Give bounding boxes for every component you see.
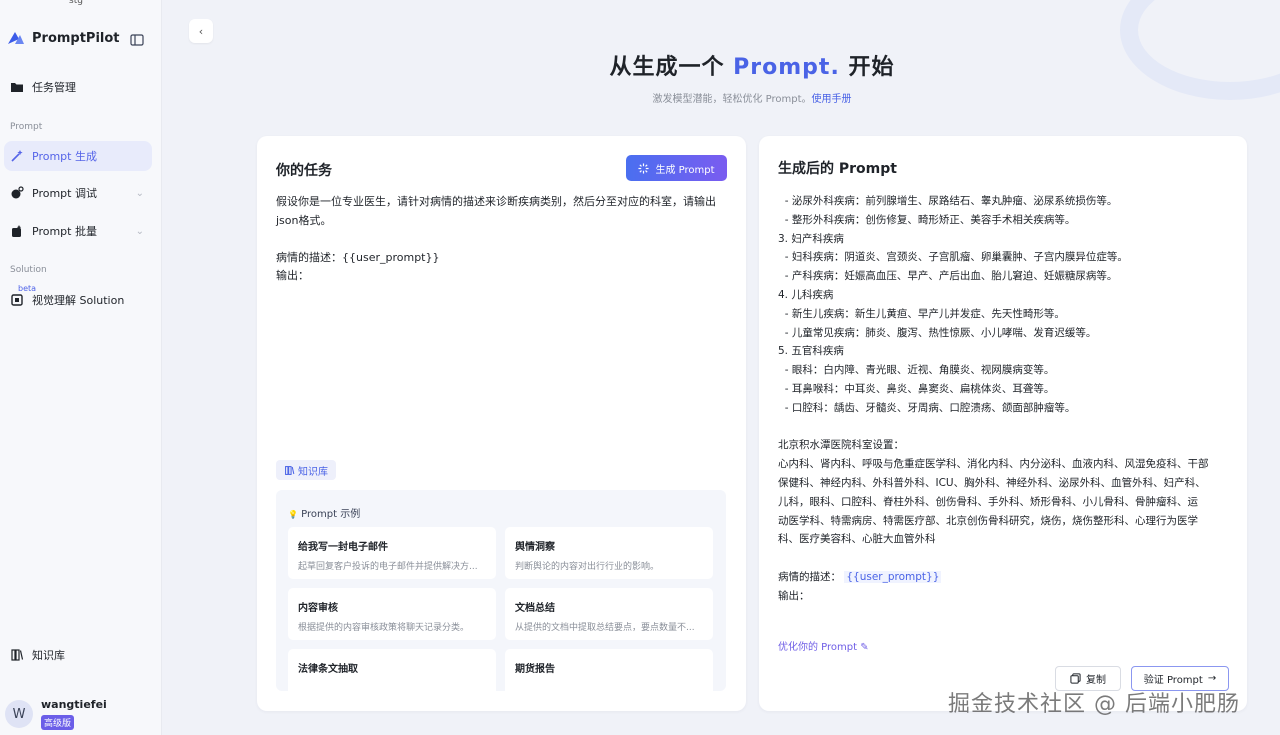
arrow-right-icon: → (1207, 673, 1217, 684)
example-card[interactable]: 法律条文抽取 (288, 649, 496, 691)
examples-title: 💡 Prompt 示例 (288, 505, 360, 520)
env-tag: stg (69, 0, 83, 6)
example-card[interactable]: 内容审核 根据提供的内容审核政策将聊天记录分类。 (288, 588, 496, 640)
example-desc: 判断舆论的内容对出行行业的影响。 (515, 562, 660, 572)
prompt-examples: 💡 Prompt 示例 给我写一封电子邮件 起草回复客户投诉的电子邮件并提供解决… (276, 490, 726, 691)
output-label: 输出： (778, 589, 810, 602)
sidebar-item-knowledge-base[interactable]: 知识库 (4, 640, 152, 670)
examples-title-label: Prompt 示例 (301, 509, 361, 520)
sidebar-toggle-icon[interactable] (130, 33, 144, 47)
brand[interactable]: PromptPilot (6, 30, 120, 46)
example-title: 给我写一封电子邮件 (298, 542, 388, 553)
back-button[interactable]: ‹ (189, 19, 213, 43)
book-icon (10, 648, 24, 662)
result-panel-title: 生成后的 Prompt (778, 161, 897, 177)
example-card[interactable]: 文档总结 从提供的文档中提取总结要点，要点数量不... (505, 588, 713, 640)
sidebar-item-label: 视觉理解 Solution (32, 294, 125, 307)
sidebar-item-label: Prompt 批量 (32, 225, 97, 238)
chevron-down-icon: ⌄ (135, 187, 144, 199)
title-suffix: 开始 (839, 55, 895, 80)
cube-icon (10, 293, 24, 307)
app-name: PromptPilot (32, 30, 120, 46)
magic-wand-icon (10, 149, 24, 163)
example-desc: 根据提供的内容审核政策将聊天记录分类。 (298, 623, 470, 633)
chevron-down-icon: ⌄ (135, 225, 144, 237)
magic-wand-icon: ✎ (860, 642, 869, 653)
copy-icon (1070, 673, 1081, 684)
copy-button-label: 复制 (1086, 675, 1106, 686)
result-panel: 生成后的 Prompt - 泌尿外科疾病：前列腺增生、尿路结石、睾丸肿瘤、泌尿系… (759, 136, 1247, 711)
subtitle-text: 激发模型潜能，轻松优化 Prompt。 (652, 94, 812, 105)
example-title: 文档总结 (515, 603, 555, 614)
generated-prompt-body: - 泌尿外科疾病：前列腺增生、尿路结石、睾丸肿瘤、泌尿系统损伤等。 - 整形外科… (778, 195, 1209, 546)
sidebar-item-label: Prompt 生成 (32, 150, 97, 163)
example-title: 内容审核 (298, 603, 338, 614)
example-title: 舆情洞察 (515, 542, 555, 553)
example-card[interactable]: 给我写一封电子邮件 起草回复客户投诉的电子邮件并提供解决方... (288, 527, 496, 579)
example-title: 法律条文抽取 (298, 664, 358, 675)
manual-link[interactable]: 使用手册 (812, 94, 852, 105)
example-title: 期货报告 (515, 664, 555, 675)
title-prefix: 从生成一个 (609, 55, 734, 80)
sidebar-item-prompt-batch[interactable]: Prompt 批量 ⌄ (4, 216, 152, 246)
title-accent: Prompt. (733, 55, 840, 80)
logo-icon (6, 30, 26, 46)
plan-badge: 高级版 (41, 715, 75, 730)
sidebar-item-visual-solution[interactable]: 视觉理解 Solution (4, 285, 152, 315)
user-name: wangtiefei (41, 698, 107, 711)
section-label-solution: Solution (10, 265, 47, 275)
sidebar-item-label: 知识库 (32, 649, 65, 662)
desc-label: 病情的描述： (778, 570, 845, 583)
example-card[interactable]: 舆情洞察 判断舆论的内容对出行行业的影响。 (505, 527, 713, 579)
avatar: W (5, 700, 33, 728)
chip-label: 知识库 (298, 466, 328, 478)
chevron-left-icon: ‹ (198, 24, 204, 38)
page-subtitle: 激发模型潜能，轻松优化 Prompt。使用手册 (0, 90, 1280, 105)
debug-icon (10, 186, 24, 200)
book-icon (284, 465, 295, 476)
task-panel-title: 你的任务 (276, 163, 332, 179)
generate-button-label: 生成 Prompt (655, 164, 715, 176)
verify-button-label: 验证 Prompt (1143, 675, 1203, 686)
lightbulb-icon: 💡 (288, 510, 298, 519)
variable-tag: {{user_prompt}} (844, 570, 942, 583)
task-input[interactable]: 假设你是一位专业医生，请针对病情的描述来诊断疾病类别，然后分至对应的科室，请输出… (276, 193, 726, 286)
sidebar-item-prompt-generate[interactable]: Prompt 生成 (4, 141, 152, 171)
page-title: 从生成一个 Prompt. 开始 (0, 49, 1280, 81)
task-panel: 你的任务 生成 Prompt 假设你是一位专业医生，请针对病情的描述来诊断疾病类… (257, 136, 746, 711)
example-desc: 从提供的文档中提取总结要点，要点数量不... (515, 623, 695, 633)
batch-icon (10, 224, 24, 238)
optimize-prompt-link[interactable]: 优化你的 Prompt ✎ (778, 638, 869, 653)
example-desc: 起草回复客户投诉的电子邮件并提供解决方... (298, 562, 478, 572)
sidebar-item-prompt-debug[interactable]: Prompt 调试 ⌄ (4, 178, 152, 208)
watermark: 掘金技术社区 @ 后端小肥肠 (948, 692, 1240, 717)
sparkle-icon (638, 162, 650, 174)
generated-prompt-text[interactable]: - 泌尿外科疾病：前列腺增生、尿路结石、睾丸肿瘤、泌尿系统损伤等。 - 整形外科… (778, 192, 1228, 606)
section-label-prompt: Prompt (10, 122, 43, 132)
sidebar: stg PromptPilot 任务管理 Prompt Prompt 生成 Pr… (0, 0, 162, 735)
example-card[interactable]: 期货报告 (505, 649, 713, 691)
sidebar-item-label: Prompt 调试 (32, 187, 97, 200)
user-profile[interactable]: W wangtiefei 高级版 (5, 698, 107, 730)
knowledge-base-chip[interactable]: 知识库 (276, 460, 336, 480)
optimize-link-label: 优化你的 Prompt (778, 642, 858, 653)
generate-prompt-button[interactable]: 生成 Prompt (626, 155, 727, 181)
